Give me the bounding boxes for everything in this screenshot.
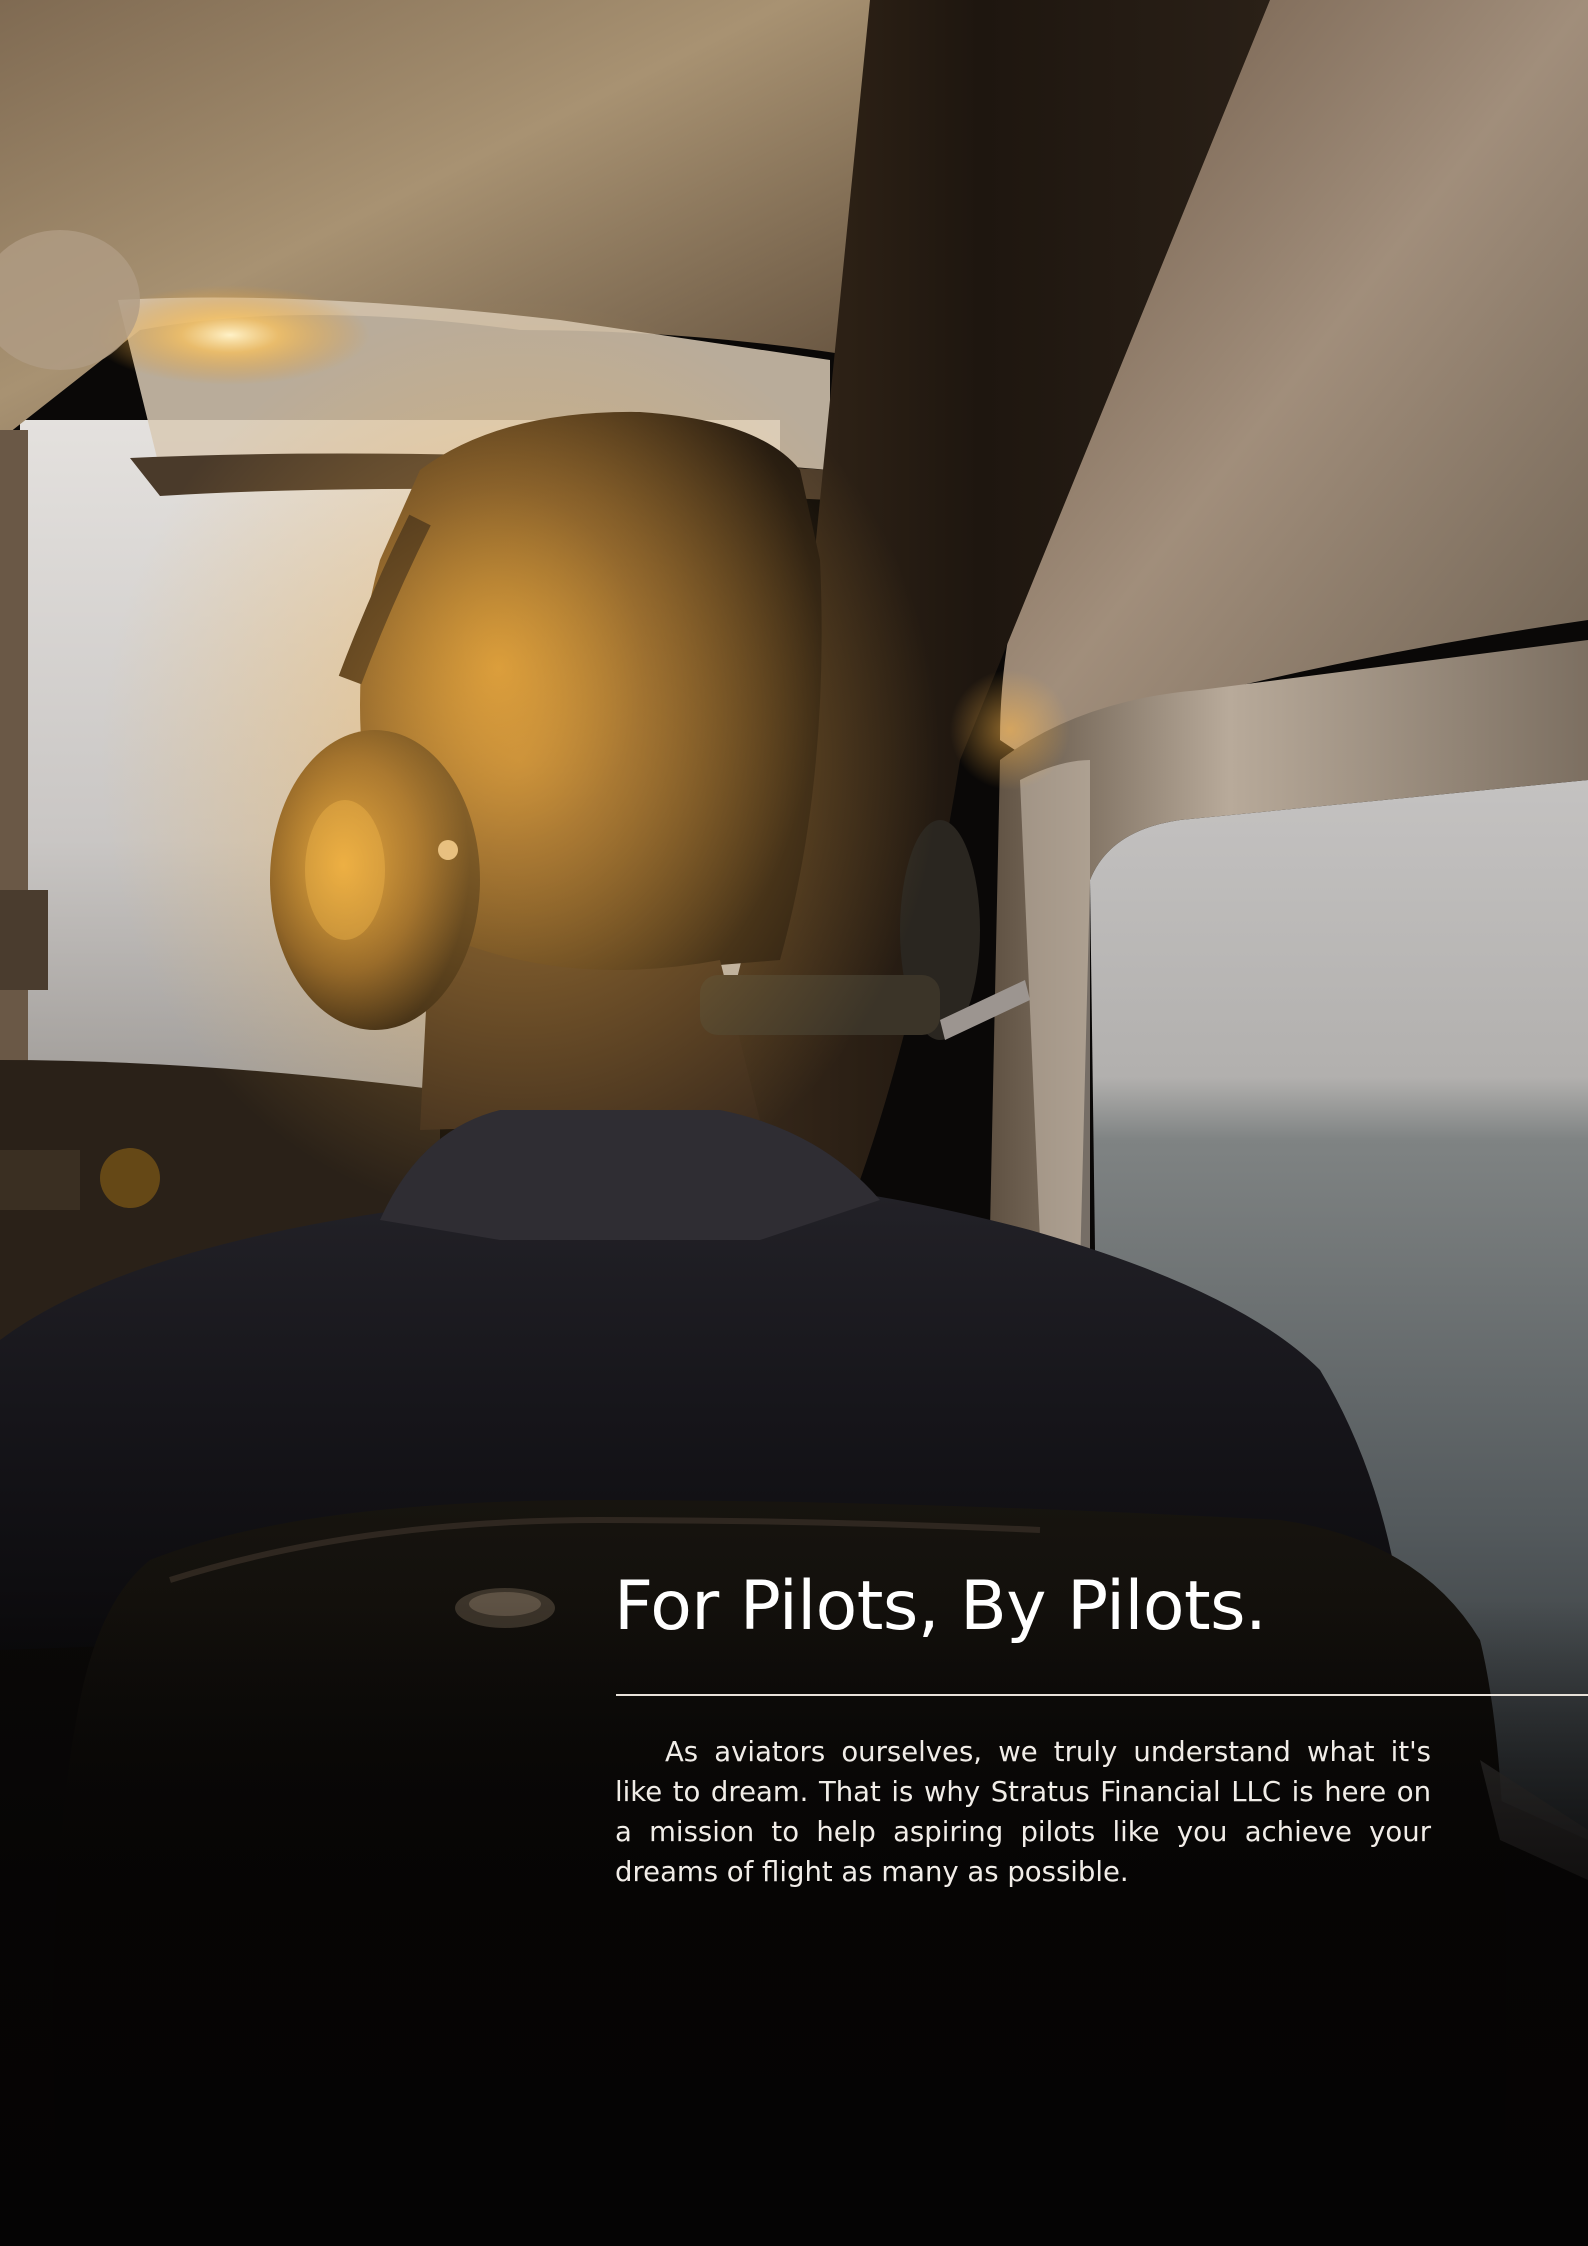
cockpit-pilot-photo xyxy=(0,0,1588,2246)
hero-body-text: As aviators ourselves, we truly understa… xyxy=(615,1736,1431,1888)
hero-title: For Pilots, By Pilots. xyxy=(614,1567,1267,1646)
title-divider xyxy=(616,1694,1588,1696)
page: For Pilots, By Pilots. As aviators ourse… xyxy=(0,0,1588,2246)
